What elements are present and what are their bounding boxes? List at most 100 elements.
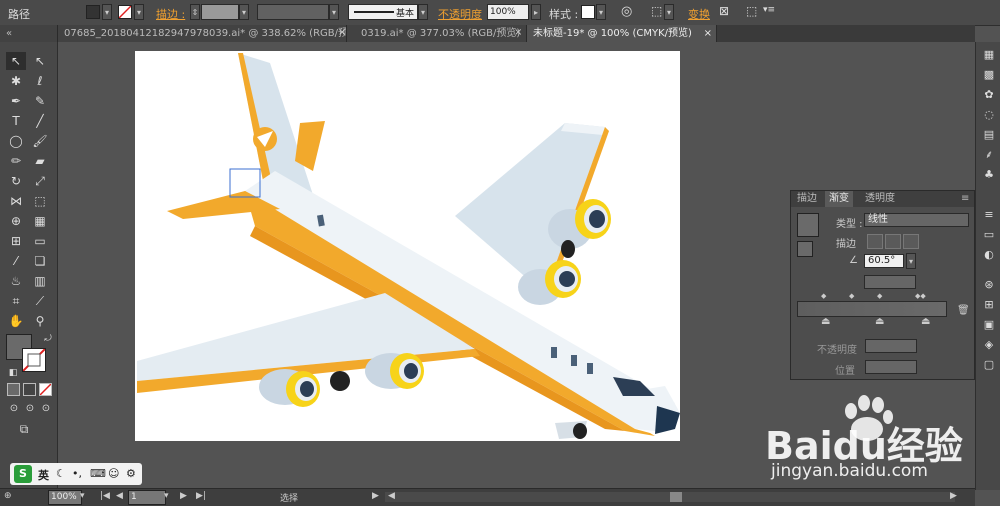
user-icon[interactable]: ☺ bbox=[108, 467, 119, 480]
wrench-icon[interactable]: ⚙ bbox=[126, 467, 136, 480]
gradient-preview[interactable] bbox=[797, 213, 819, 237]
tab-document-1[interactable]: 07685_20180412182947978039.ai* @ 338.62%… bbox=[58, 25, 347, 42]
tab-close-icon[interactable]: × bbox=[704, 25, 712, 42]
mesh-tool-icon[interactable]: ⊞ bbox=[6, 232, 26, 250]
selection-tool-icon[interactable]: ↖ bbox=[6, 52, 26, 70]
stroke-weight-dropdown[interactable]: ▾ bbox=[239, 4, 249, 20]
transform-panel-icon[interactable]: ⊞ bbox=[982, 298, 996, 312]
tab-transparency[interactable]: 透明度 bbox=[861, 191, 899, 207]
swatches-icon[interactable]: ✿ bbox=[982, 88, 996, 102]
aspect-ratio-input[interactable] bbox=[864, 275, 916, 289]
stroke-within-icon[interactable] bbox=[867, 234, 883, 249]
scroll-left-icon[interactable]: ◀ bbox=[388, 491, 395, 501]
horizontal-scrollbar[interactable] bbox=[385, 492, 955, 502]
direct-selection-tool-icon[interactable]: ↖ bbox=[30, 52, 50, 70]
stroke-stepper[interactable]: ⇕ bbox=[190, 4, 200, 20]
ime-mode[interactable]: 英 bbox=[38, 467, 49, 483]
midpoint-marker[interactable]: ◆ bbox=[877, 292, 882, 300]
eyedropper-tool-icon[interactable]: ⁄ bbox=[6, 252, 26, 270]
airplane-illustration[interactable] bbox=[135, 51, 680, 441]
gradient-panel-icon[interactable]: ▭ bbox=[982, 228, 996, 242]
punctuation-icon[interactable]: •, bbox=[72, 467, 82, 480]
panel-menu-icon[interactable]: ▾≡ bbox=[763, 5, 775, 15]
tab-stroke[interactable]: 描边 bbox=[793, 191, 821, 207]
scale-tool-icon[interactable]: ⤢ bbox=[30, 172, 50, 190]
symbol-sprayer-tool-icon[interactable]: ♨ bbox=[6, 272, 26, 290]
gradient-mode-button[interactable] bbox=[23, 383, 36, 396]
prev-artboard-icon[interactable]: ◀ bbox=[116, 491, 123, 501]
layers-icon[interactable]: ◈ bbox=[982, 338, 996, 352]
shape-builder-tool-icon[interactable]: ⊕ bbox=[6, 212, 26, 230]
symbols-icon[interactable]: ♣ bbox=[982, 168, 996, 182]
gradient-type-select[interactable]: 线性 bbox=[864, 213, 969, 227]
stroke-dropdown[interactable]: ▾ bbox=[134, 4, 144, 20]
zoom-input[interactable]: 100% bbox=[48, 490, 82, 505]
magic-wand-tool-icon[interactable]: ✱ bbox=[6, 72, 26, 90]
width-tool-icon[interactable]: ⋈ bbox=[6, 192, 26, 210]
opacity-input[interactable]: 100% bbox=[487, 4, 529, 20]
opacity-dropdown[interactable]: ▸ bbox=[531, 4, 541, 20]
opacity-label[interactable]: 不透明度 bbox=[438, 6, 482, 22]
curvature-tool-icon[interactable]: ✎ bbox=[30, 92, 50, 110]
column-graph-tool-icon[interactable]: ▥ bbox=[30, 272, 50, 290]
scroll-right-icon[interactable]: ▶ bbox=[950, 491, 957, 501]
color-mode-button[interactable] bbox=[7, 383, 20, 396]
ime-toolbar[interactable]: S 英 ☾ •, ⌨ ☺ ⚙ bbox=[10, 463, 142, 485]
zoom-tool-icon[interactable]: ⚲ bbox=[30, 312, 50, 330]
midpoint-marker[interactable]: ◆◆ bbox=[915, 292, 926, 300]
tab-document-2[interactable]: 0319.ai* @ 377.03% (RGB/预览) bbox=[347, 25, 527, 42]
align-dropdown[interactable]: ▾ bbox=[664, 4, 674, 20]
stop-location-input[interactable] bbox=[865, 360, 917, 374]
hand-tool-icon[interactable]: ✋ bbox=[6, 312, 26, 330]
transform-icon[interactable]: ⊠ bbox=[719, 4, 729, 18]
status-menu-arrow[interactable]: ▶ bbox=[372, 491, 379, 501]
stroke-across-icon[interactable] bbox=[903, 234, 919, 249]
style-dropdown[interactable]: ▾ bbox=[596, 4, 606, 20]
tab-document-3[interactable]: 未标题-19* @ 100% (CMYK/预览) × bbox=[527, 25, 717, 42]
color-guide-icon[interactable]: ▩ bbox=[982, 68, 996, 82]
panel-menu-icon[interactable]: ≡ bbox=[957, 191, 973, 207]
status-menu-icon[interactable]: ⊕ bbox=[4, 491, 12, 501]
stroke-along-icon[interactable] bbox=[885, 234, 901, 249]
color-panel-icon[interactable]: ▦ bbox=[982, 48, 996, 62]
angle-input[interactable]: 60.5° bbox=[864, 254, 904, 268]
gradient-tool-icon[interactable]: ▭ bbox=[30, 232, 50, 250]
line-tool-icon[interactable]: ╱ bbox=[30, 112, 50, 130]
keyboard-icon[interactable]: ⌨ bbox=[90, 467, 106, 480]
type-tool-icon[interactable]: T bbox=[6, 112, 26, 130]
profile-dropdown[interactable]: ▾ bbox=[329, 4, 339, 20]
default-colors-icon[interactable]: ◧ bbox=[3, 364, 23, 382]
transform-label[interactable]: 变换 bbox=[688, 6, 710, 22]
artboard[interactable] bbox=[135, 51, 680, 441]
pencil-tool-icon[interactable]: ✏ bbox=[6, 152, 26, 170]
first-artboard-icon[interactable]: |◀ bbox=[100, 491, 110, 501]
slice-tool-icon[interactable]: ⟋ bbox=[30, 292, 50, 310]
pathfinder-icon[interactable]: ▣ bbox=[982, 318, 996, 332]
paintbrush-tool-icon[interactable]: 🖌 bbox=[30, 132, 50, 150]
fill-stroke-box[interactable] bbox=[797, 241, 813, 257]
artboards-icon[interactable]: ▢ bbox=[982, 358, 996, 372]
transparency-panel-icon[interactable]: ◐ bbox=[982, 248, 996, 262]
artboard-dropdown[interactable]: ▾ bbox=[164, 491, 169, 501]
eraser-tool-icon[interactable]: ▰ bbox=[30, 152, 50, 170]
align-panel-icon[interactable]: ⊛ bbox=[982, 278, 996, 292]
isolate-icon[interactable]: ⬚ bbox=[746, 4, 757, 18]
delete-stop-icon[interactable]: 🗑 bbox=[957, 305, 970, 316]
stroke-label[interactable]: 描边 : bbox=[156, 6, 185, 22]
draw-inside-icon[interactable]: ⊙ bbox=[36, 400, 56, 418]
midpoint-marker[interactable]: ◆ bbox=[821, 292, 826, 300]
scrollbar-thumb[interactable] bbox=[670, 492, 682, 502]
midpoint-marker[interactable]: ◆ bbox=[849, 292, 854, 300]
tab-overflow-button[interactable]: « bbox=[0, 25, 58, 42]
stroke-panel-icon[interactable]: ≡ bbox=[982, 208, 996, 222]
recolor-icon[interactable]: ◎ bbox=[621, 4, 632, 19]
graphic-style-swatch[interactable] bbox=[581, 5, 595, 19]
angle-dropdown[interactable]: ▾ bbox=[906, 253, 916, 269]
blend-tool-icon[interactable]: ❏ bbox=[30, 252, 50, 270]
lasso-tool-icon[interactable]: ℓ bbox=[30, 72, 50, 90]
screen-mode-icon[interactable]: ⧉ bbox=[14, 420, 34, 438]
artboard-tool-icon[interactable]: ⌗ bbox=[6, 292, 26, 310]
color-stop[interactable]: ⏏ bbox=[921, 316, 930, 327]
gradient-slider[interactable] bbox=[797, 301, 947, 317]
color-stop[interactable]: ⏏ bbox=[875, 316, 884, 327]
